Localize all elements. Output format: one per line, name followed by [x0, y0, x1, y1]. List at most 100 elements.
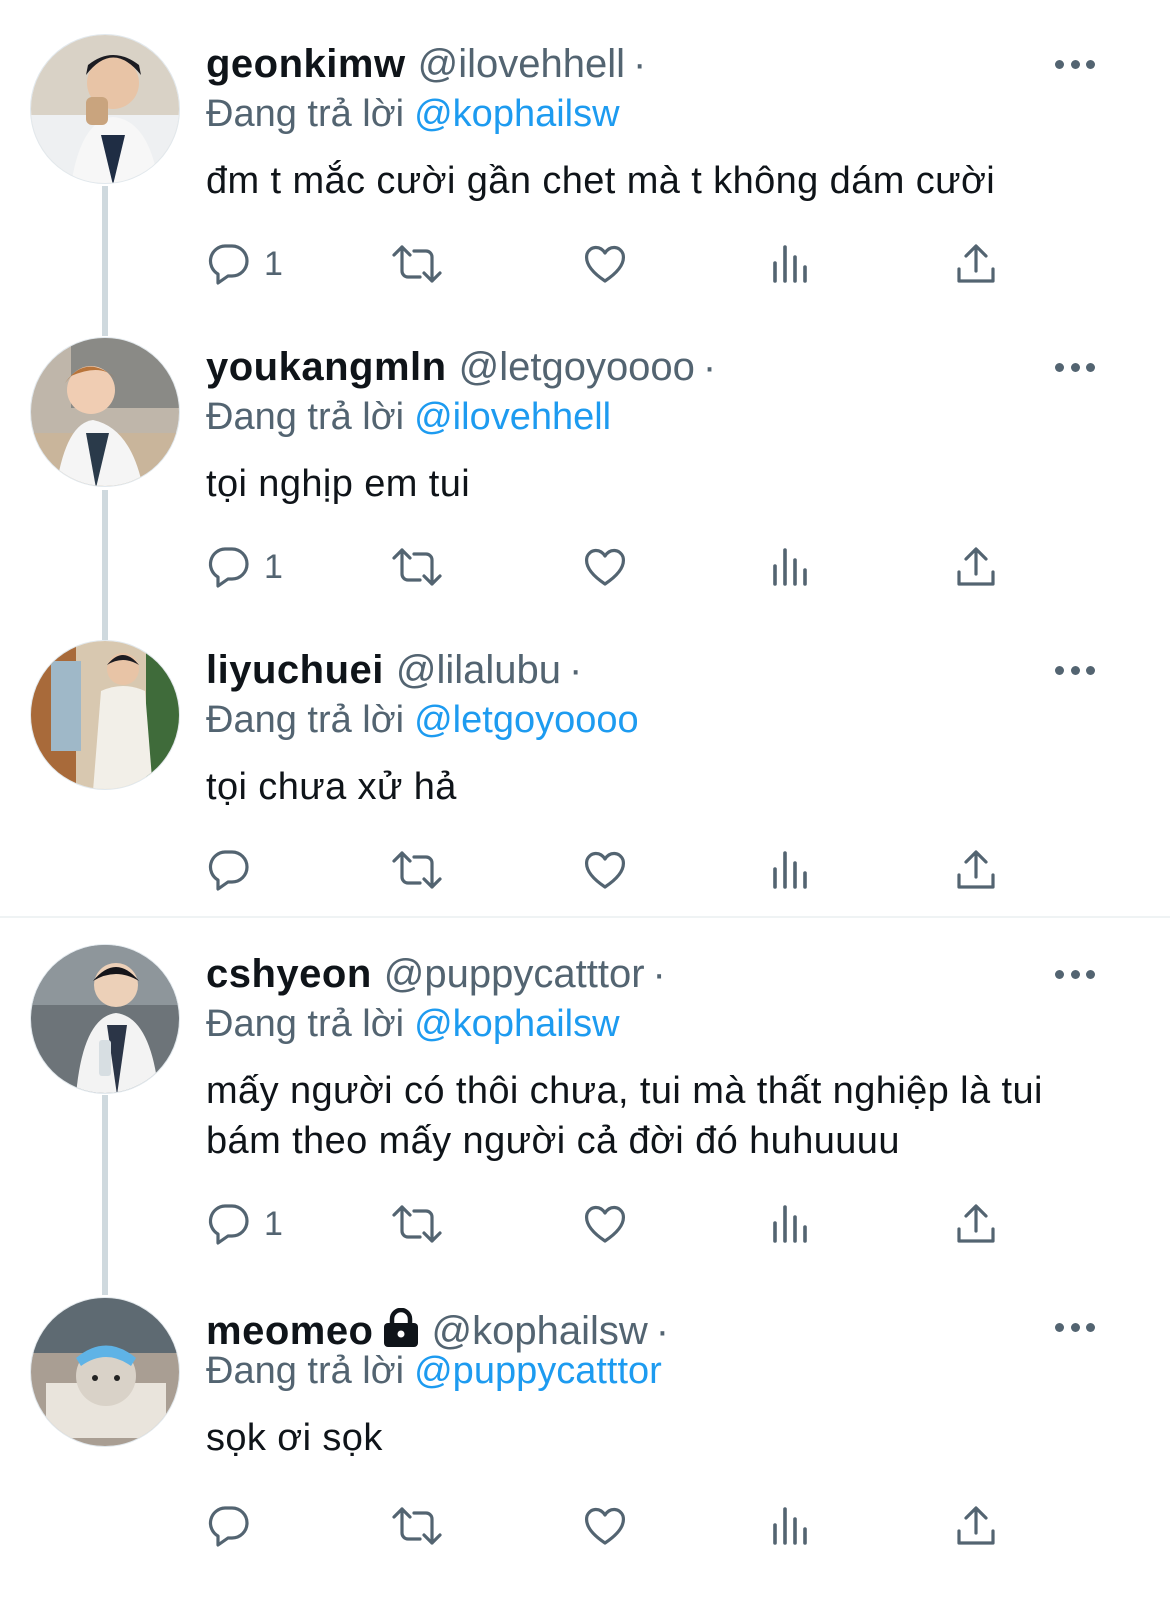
- views-button[interactable]: [770, 1501, 812, 1551]
- display-name[interactable]: cshyeon: [206, 952, 372, 996]
- tweet-text: tọi chưa xử hả: [206, 766, 457, 808]
- tweet-text: sọk ơi sọk: [206, 1417, 383, 1459]
- like-icon: [584, 548, 626, 586]
- share-icon: [957, 1204, 995, 1243]
- display-name[interactable]: youkangmln: [206, 345, 447, 389]
- retweet-icon: [392, 1507, 442, 1545]
- retweet-button[interactable]: [390, 542, 444, 592]
- more-icon[interactable]: [1055, 1319, 1095, 1335]
- reply-prefix: Đang trả lời: [206, 1350, 405, 1392]
- share-button[interactable]: [954, 1199, 998, 1249]
- reply-count: 1: [264, 244, 283, 283]
- display-name[interactable]: geonkimw: [206, 42, 406, 86]
- views-icon: [773, 548, 807, 586]
- retweet-icon: [392, 851, 442, 889]
- reply-count: 1: [264, 1204, 283, 1243]
- avatar[interactable]: [30, 1297, 180, 1447]
- views-icon: [773, 245, 807, 283]
- reply-icon: [208, 244, 249, 285]
- share-icon: [957, 547, 995, 586]
- reply-mention[interactable]: @kophailsw: [414, 1003, 619, 1045]
- more-icon[interactable]: [1055, 966, 1095, 982]
- views-icon: [773, 1205, 807, 1243]
- more-icon[interactable]: [1055, 662, 1095, 678]
- like-button[interactable]: [582, 845, 628, 895]
- avatar[interactable]: [30, 640, 180, 790]
- reply-button[interactable]: [206, 1501, 264, 1551]
- thread-line: [102, 1095, 108, 1295]
- retweet-button[interactable]: [390, 239, 444, 289]
- like-button[interactable]: [582, 542, 628, 592]
- like-button[interactable]: [582, 239, 628, 289]
- avatar[interactable]: [30, 34, 180, 184]
- tweet-header: liyuchuei @lilalubu ·: [206, 646, 582, 694]
- separator: ·: [652, 952, 666, 996]
- retweet-button[interactable]: [390, 845, 444, 895]
- thread-line: [102, 186, 108, 336]
- views-button[interactable]: [770, 1199, 812, 1249]
- views-button[interactable]: [770, 239, 812, 289]
- reply-button[interactable]: 1: [206, 239, 283, 289]
- section-divider: [0, 916, 1170, 918]
- avatar[interactable]: [30, 944, 180, 1094]
- reply-button[interactable]: 1: [206, 1199, 283, 1249]
- user-handle[interactable]: @lilalubu: [396, 648, 561, 692]
- share-button[interactable]: [954, 845, 998, 895]
- views-icon: [773, 851, 807, 889]
- like-icon: [584, 245, 626, 283]
- display-name[interactable]: liyuchuei: [206, 648, 384, 692]
- separator: ·: [632, 42, 647, 86]
- share-button[interactable]: [954, 239, 998, 289]
- retweet-button[interactable]: [390, 1501, 444, 1551]
- separator: ·: [702, 345, 717, 389]
- like-icon: [584, 1205, 626, 1243]
- reply-icon: [208, 547, 249, 588]
- action-bar: [206, 1501, 1026, 1551]
- retweet-icon: [392, 548, 442, 586]
- thread-line: [102, 490, 108, 640]
- tweet-header: youkangmln @letgoyoooo ·: [206, 343, 716, 391]
- like-button[interactable]: [582, 1199, 628, 1249]
- share-button[interactable]: [954, 542, 998, 592]
- reply-prefix: Đang trả lời: [206, 93, 405, 135]
- more-icon[interactable]: [1055, 56, 1095, 72]
- views-button[interactable]: [770, 845, 812, 895]
- replying-to: Đang trả lời @kophailsw: [206, 1000, 620, 1048]
- share-icon: [957, 850, 995, 889]
- retweet-icon: [392, 245, 442, 283]
- like-button[interactable]: [582, 1501, 628, 1551]
- reply-icon: [208, 850, 249, 891]
- views-icon: [773, 1507, 807, 1545]
- retweet-button[interactable]: [390, 1199, 444, 1249]
- tweet-text: đm t mắc cười gần chet mà t không dám cư…: [206, 160, 996, 202]
- separator: ·: [569, 648, 583, 692]
- replying-to: Đang trả lời @puppycatttor: [206, 1347, 662, 1395]
- views-button[interactable]: [770, 542, 812, 592]
- action-bar: 1: [206, 542, 1026, 592]
- share-icon: [957, 244, 995, 283]
- reply-mention[interactable]: @letgoyoooo: [414, 699, 639, 741]
- action-bar: [206, 845, 1026, 895]
- replying-to: Đang trả lời @kophailsw: [206, 90, 620, 138]
- tweet-header: cshyeon @puppycatttor ·: [206, 950, 666, 998]
- replying-to: Đang trả lời @ilovehhell: [206, 393, 611, 441]
- user-handle[interactable]: @ilovehhell: [418, 42, 625, 86]
- reply-icon: [208, 1506, 249, 1547]
- share-button[interactable]: [954, 1501, 998, 1551]
- tweet-text: tọi nghịp em tui: [206, 463, 471, 505]
- action-bar: 1: [206, 239, 1026, 289]
- reply-button[interactable]: [206, 845, 264, 895]
- like-icon: [584, 851, 626, 889]
- reply-mention[interactable]: @ilovehhell: [414, 396, 611, 438]
- retweet-icon: [392, 1205, 442, 1243]
- reply-mention[interactable]: @kophailsw: [414, 93, 619, 135]
- user-handle[interactable]: @letgoyoooo: [459, 345, 695, 389]
- more-icon[interactable]: [1055, 359, 1095, 375]
- avatar[interactable]: [30, 337, 180, 487]
- tweet-header: geonkimw @ilovehhell ·: [206, 40, 646, 88]
- reply-button[interactable]: 1: [206, 542, 283, 592]
- reply-prefix: Đang trả lời: [206, 699, 405, 741]
- user-handle[interactable]: @puppycatttor: [384, 952, 645, 996]
- like-icon: [584, 1507, 626, 1545]
- reply-mention[interactable]: @puppycatttor: [414, 1350, 662, 1392]
